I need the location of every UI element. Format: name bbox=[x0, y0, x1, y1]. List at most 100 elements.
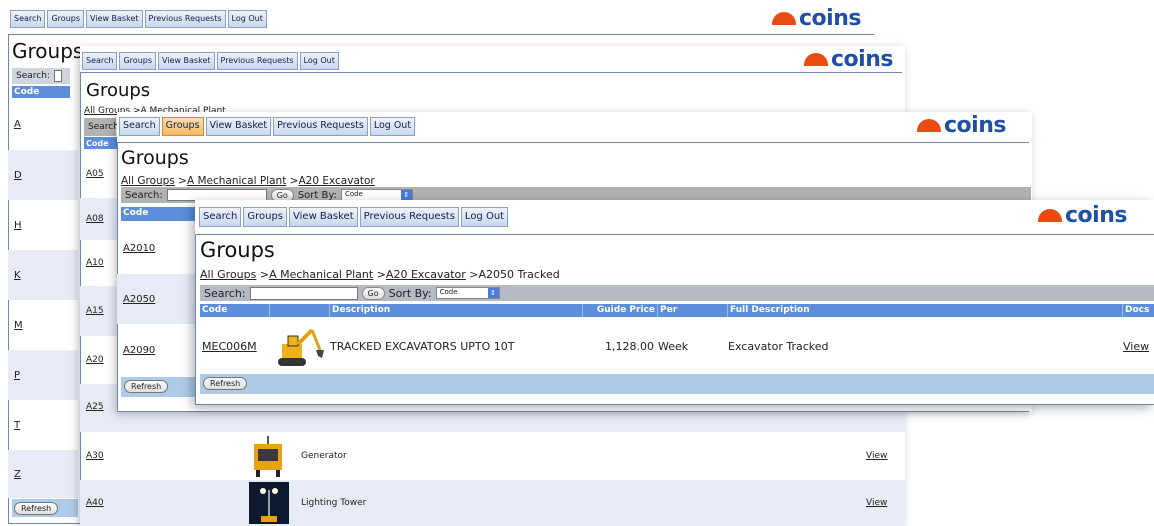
table-row[interactable]: A2090 bbox=[117, 324, 197, 376]
group-code-link[interactable]: A25 bbox=[86, 402, 104, 412]
crumb-excavator[interactable]: A20 Excavator bbox=[298, 175, 374, 187]
view-link[interactable]: View bbox=[866, 498, 887, 508]
group-code-link[interactable]: A15 bbox=[86, 306, 104, 316]
group-code-link[interactable]: D bbox=[14, 170, 22, 181]
item-description: TRACKED EXCAVATORS UPTO 10T bbox=[330, 339, 515, 353]
nav-log-out[interactable]: Log Out bbox=[460, 207, 509, 227]
group-code-link[interactable]: H bbox=[14, 220, 22, 231]
nav-view-basket[interactable]: View Basket bbox=[289, 207, 358, 227]
table-row[interactable]: A40 Lighting Tower View bbox=[80, 480, 905, 526]
group-code-link[interactable]: A2090 bbox=[123, 345, 155, 356]
view-link[interactable]: View bbox=[866, 451, 887, 461]
nav-bar: Search Groups View Basket Previous Reque… bbox=[10, 10, 267, 28]
nav-previous-requests[interactable]: Previous Requests bbox=[273, 117, 368, 136]
nav-view-basket[interactable]: View Basket bbox=[86, 10, 143, 28]
table-row[interactable]: D bbox=[8, 150, 78, 200]
crumb-separator: > bbox=[174, 175, 187, 187]
crumb-separator: > bbox=[465, 268, 479, 281]
crumb-all-groups[interactable]: All Groups bbox=[121, 175, 175, 187]
table-row[interactable]: A bbox=[8, 98, 78, 150]
nav-groups[interactable]: Groups bbox=[243, 207, 288, 227]
nav-groups[interactable]: Groups bbox=[119, 52, 157, 70]
group-code-link[interactable]: A10 bbox=[86, 258, 104, 268]
group-code-link[interactable]: M bbox=[14, 320, 23, 331]
nav-search[interactable]: Search bbox=[82, 52, 118, 70]
search-bar: Search: Go Sort By: Code ⇕ bbox=[200, 285, 1154, 301]
table-row[interactable]: P bbox=[8, 350, 78, 400]
search-bar: Search: bbox=[12, 68, 70, 84]
crumb-mechanical-plant[interactable]: A Mechanical Plant bbox=[187, 175, 286, 187]
go-button[interactable]: Go bbox=[361, 286, 385, 300]
code-header: Code bbox=[123, 208, 149, 218]
search-input[interactable] bbox=[53, 70, 62, 82]
page-title: Groups bbox=[121, 147, 189, 169]
nav-groups[interactable]: Groups bbox=[161, 117, 204, 136]
table-row[interactable]: A2010 bbox=[117, 222, 197, 274]
group-code-link[interactable]: Z bbox=[14, 469, 21, 480]
crumb-separator: > bbox=[256, 268, 270, 281]
table-row[interactable]: M bbox=[8, 300, 78, 350]
refresh-button[interactable]: Refresh bbox=[14, 502, 59, 515]
nav-bar: Search Groups View Basket Previous Reque… bbox=[119, 117, 416, 136]
sort-value: Code bbox=[439, 288, 458, 296]
hardhat-icon bbox=[772, 12, 796, 25]
item-code-link[interactable]: MEC006M bbox=[200, 340, 270, 353]
window-tracked: Search Groups View Basket Previous Reque… bbox=[195, 200, 1154, 405]
nav-search[interactable]: Search bbox=[10, 10, 46, 28]
page-title: Groups bbox=[12, 39, 84, 63]
refresh-button[interactable]: Refresh bbox=[203, 377, 248, 390]
group-code-link[interactable]: T bbox=[14, 420, 20, 431]
crumb-all-groups[interactable]: All Groups bbox=[200, 268, 256, 281]
search-label: Search: bbox=[204, 286, 246, 300]
nav-log-out[interactable]: Log Out bbox=[227, 10, 267, 28]
item-per: Week bbox=[658, 339, 689, 353]
group-code-link[interactable]: K bbox=[14, 270, 21, 281]
group-code-link[interactable]: A30 bbox=[86, 451, 236, 461]
coins-logo: coins bbox=[772, 6, 861, 31]
nav-log-out[interactable]: Log Out bbox=[369, 117, 416, 136]
table-row[interactable]: MEC006M TRACKED EXCAVATORS UPTO 10T 1,12… bbox=[200, 318, 1154, 374]
table-row[interactable]: T bbox=[8, 400, 78, 450]
crumb-excavator[interactable]: A20 Excavator bbox=[386, 268, 466, 281]
nav-previous-requests[interactable]: Previous Requests bbox=[216, 52, 298, 70]
table-row[interactable]: Z bbox=[8, 450, 78, 498]
nav-search[interactable]: Search bbox=[119, 117, 160, 136]
table-row[interactable]: H bbox=[8, 200, 78, 250]
coins-logo: coins bbox=[804, 47, 893, 72]
generator-image bbox=[236, 433, 301, 479]
nav-groups[interactable]: Groups bbox=[47, 10, 85, 28]
per-header: Per bbox=[658, 304, 728, 317]
nav-log-out[interactable]: Log Out bbox=[299, 52, 339, 70]
nav-view-basket[interactable]: View Basket bbox=[205, 117, 272, 136]
nav-view-basket[interactable]: View Basket bbox=[158, 52, 215, 70]
coins-logo: coins bbox=[1038, 203, 1127, 228]
search-label: Search: bbox=[16, 71, 50, 81]
group-code-link[interactable]: A05 bbox=[86, 169, 104, 179]
lighting-tower-image bbox=[236, 481, 301, 525]
sort-label: Sort By: bbox=[297, 189, 337, 201]
table-row[interactable]: A30 Generator View bbox=[80, 432, 905, 480]
nav-search[interactable]: Search bbox=[199, 207, 242, 227]
breadcrumb: All Groups >A Mechanical Plant >A20 Exca… bbox=[121, 175, 375, 187]
page-title: Groups bbox=[86, 80, 151, 101]
group-code-link[interactable]: A2050 bbox=[123, 294, 155, 305]
group-code-link[interactable]: P bbox=[14, 370, 20, 381]
view-docs-link[interactable]: View bbox=[1123, 340, 1154, 353]
full-description-header: Full Description bbox=[728, 304, 1123, 317]
group-code-link[interactable]: A2010 bbox=[123, 243, 155, 254]
search-input[interactable] bbox=[249, 286, 358, 300]
group-code-link[interactable]: A20 bbox=[86, 355, 104, 365]
group-code-link[interactable]: A bbox=[14, 119, 21, 130]
guide-price-header: Guide Price bbox=[583, 304, 658, 317]
refresh-button[interactable]: Refresh bbox=[124, 380, 169, 393]
table-row[interactable]: K bbox=[8, 250, 78, 300]
group-code-link[interactable]: A08 bbox=[86, 214, 104, 224]
nav-previous-requests[interactable]: Previous Requests bbox=[359, 207, 459, 227]
nav-previous-requests[interactable]: Previous Requests bbox=[144, 10, 226, 28]
group-code-link[interactable]: A40 bbox=[86, 498, 236, 508]
table-row[interactable]: A2050 bbox=[117, 274, 197, 324]
breadcrumb: All Groups >A Mechanical Plant >A20 Exca… bbox=[200, 268, 560, 281]
sort-select[interactable]: Code ⇕ bbox=[435, 287, 500, 299]
crumb-mechanical-plant[interactable]: A Mechanical Plant bbox=[269, 268, 373, 281]
logo-text: coins bbox=[944, 113, 1006, 138]
